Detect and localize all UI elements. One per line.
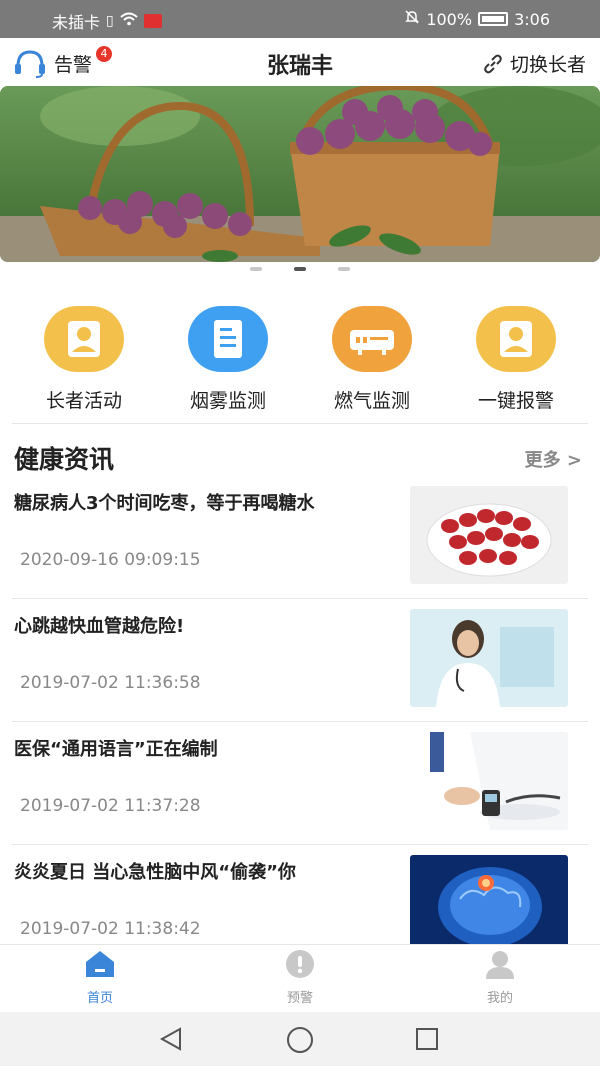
mute-icon bbox=[404, 9, 420, 29]
news-time: 2019-07-02 11:36:58 bbox=[20, 673, 201, 693]
recents-icon[interactable] bbox=[414, 1026, 440, 1052]
status-bar: 未插卡 ▯ 100% 3:06 bbox=[0, 0, 600, 38]
feature-label: 长者活动 bbox=[45, 390, 122, 412]
divider bbox=[12, 423, 588, 424]
carousel-dot[interactable] bbox=[338, 267, 350, 271]
battery-icon bbox=[478, 12, 509, 26]
router-icon bbox=[332, 306, 412, 372]
news-thumbnail-dates bbox=[410, 486, 568, 584]
warning-icon bbox=[286, 950, 314, 978]
back-icon[interactable] bbox=[158, 1026, 184, 1052]
tab-label: 预警 bbox=[286, 991, 313, 1006]
news-thumbnail-glucose bbox=[410, 732, 568, 830]
news-item[interactable]: 心跳越快血管越危险! 2019-07-02 11:36:58 bbox=[0, 601, 600, 723]
news-item[interactable]: 糖尿病人3个时间吃枣，等于再喝糖水 2020-09-16 09:09:15 bbox=[0, 478, 600, 600]
divider bbox=[12, 598, 588, 599]
switch-elder-button[interactable]: 切换长者 bbox=[482, 50, 586, 77]
tab-profile[interactable]: 我的 bbox=[440, 949, 560, 1006]
app-notification-icon bbox=[143, 14, 162, 28]
carrier-text: 未插卡 bbox=[52, 13, 101, 32]
person-icon bbox=[44, 306, 124, 372]
app-header: 告警 4 张瑞丰 切换长者 bbox=[0, 38, 600, 86]
switch-elder-label: 切换长者 bbox=[509, 54, 586, 76]
clock: 3:06 bbox=[514, 9, 550, 29]
user-icon bbox=[486, 951, 514, 979]
news-time: 2019-07-02 11:37:28 bbox=[20, 796, 201, 816]
carousel-dots bbox=[0, 267, 600, 271]
banner-image bbox=[0, 86, 600, 262]
carousel-dot[interactable] bbox=[250, 267, 262, 271]
feature-label: 烟雾监测 bbox=[189, 390, 266, 412]
document-icon bbox=[188, 306, 268, 372]
bottom-tab-bar: 首页 预警 我的 bbox=[0, 944, 600, 1012]
link-icon bbox=[484, 54, 502, 73]
news-heading: 健康资讯 bbox=[14, 445, 115, 474]
news-thumbnail-brain bbox=[410, 855, 568, 953]
news-title: 心跳越快血管越危险! bbox=[14, 616, 185, 637]
tab-warning[interactable]: 预警 bbox=[240, 949, 360, 1006]
banner-carousel[interactable] bbox=[0, 86, 600, 262]
tab-home[interactable]: 首页 bbox=[40, 949, 160, 1006]
carousel-dot-active[interactable] bbox=[294, 267, 306, 271]
tab-label: 首页 bbox=[86, 991, 113, 1006]
feature-one-key-alarm[interactable]: 一键报警 bbox=[456, 306, 576, 413]
feature-label: 燃气监测 bbox=[333, 390, 410, 412]
news-title: 炎炎夏日 当心急性脑中风“偷袭”你 bbox=[14, 862, 296, 883]
news-time: 2020-09-16 09:09:15 bbox=[20, 550, 201, 570]
feature-elder-activity[interactable]: 长者活动 bbox=[24, 306, 144, 413]
sim-icon: ▯ bbox=[106, 13, 114, 29]
feature-gas-monitor[interactable]: 燃气监测 bbox=[312, 306, 432, 413]
home-circle-icon[interactable] bbox=[286, 1026, 314, 1054]
news-time: 2019-07-02 11:38:42 bbox=[20, 919, 201, 939]
tab-label: 我的 bbox=[486, 991, 513, 1006]
battery-percent: 100% bbox=[426, 9, 473, 29]
news-thumbnail-doctor bbox=[410, 609, 568, 707]
wifi-icon bbox=[120, 12, 138, 30]
news-more-link[interactable]: 更多 > bbox=[525, 446, 582, 472]
system-nav-bar bbox=[0, 1012, 600, 1066]
news-item[interactable]: 医保“通用语言”正在编制 2019-07-02 11:37:28 bbox=[0, 724, 600, 846]
feature-smoke-monitor[interactable]: 烟雾监测 bbox=[168, 306, 288, 413]
divider bbox=[12, 721, 588, 722]
news-title: 糖尿病人3个时间吃枣，等于再喝糖水 bbox=[14, 493, 315, 514]
divider bbox=[12, 844, 588, 845]
news-title: 医保“通用语言”正在编制 bbox=[14, 739, 218, 760]
home-icon bbox=[86, 951, 114, 977]
feature-label: 一键报警 bbox=[477, 390, 554, 412]
feature-grid: 长者活动 烟雾监测 燃气监测 一键报警 bbox=[0, 300, 600, 420]
person-icon bbox=[476, 306, 556, 372]
